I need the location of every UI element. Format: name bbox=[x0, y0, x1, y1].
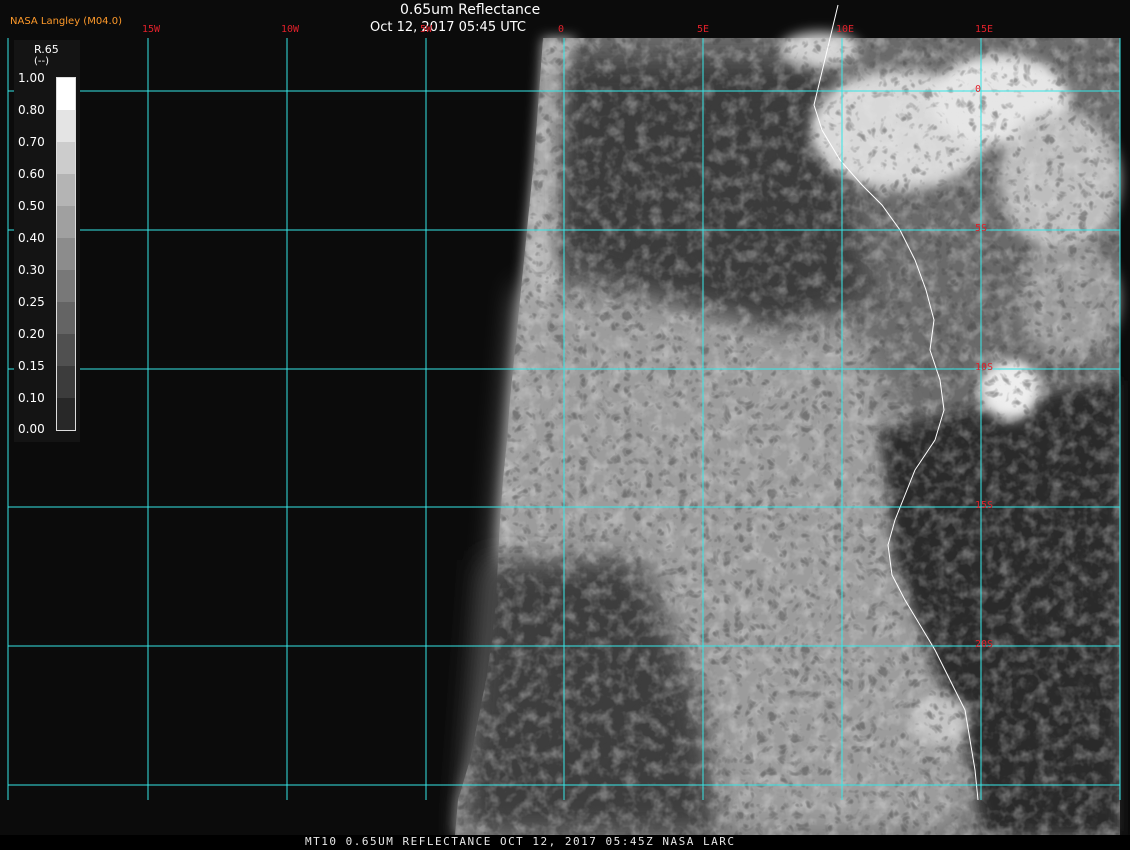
product-title: 0.65um Reflectance bbox=[400, 2, 541, 18]
legend-swatch bbox=[57, 270, 75, 302]
latitude-label: 20S bbox=[975, 639, 994, 650]
legend-tick-label: 0.30 bbox=[18, 263, 45, 277]
longitude-label: 10W bbox=[281, 24, 300, 35]
color-legend: R.65 (--) 1.00 0.80 0.70 0.60 0.50 0.40 0.30 0.… bbox=[14, 40, 80, 442]
cell-texture bbox=[455, 38, 1120, 835]
legend-tick-label: 0.10 bbox=[18, 391, 45, 405]
legend-tick-label: 0.40 bbox=[18, 231, 45, 245]
longitude-label: 15E bbox=[975, 24, 994, 35]
legend-swatch bbox=[57, 334, 75, 366]
footer-caption: MT10 0.65UM REFLECTANCE OCT 12, 2017 05:… bbox=[305, 835, 736, 848]
timestamp: Oct 12, 2017 05:45 UTC bbox=[370, 20, 526, 35]
legend-swatch bbox=[57, 110, 75, 142]
latitude-label: 15S bbox=[975, 500, 994, 511]
legend-tick-label: 0.60 bbox=[18, 167, 45, 181]
latitude-label: 0 bbox=[975, 84, 982, 95]
legend-swatch bbox=[57, 398, 75, 430]
longitude-label: 10E bbox=[836, 24, 855, 35]
longitude-label: 5W bbox=[420, 24, 433, 35]
legend-tick-label: 0.00 bbox=[18, 422, 45, 436]
legend-swatch bbox=[57, 78, 75, 110]
legend-swatch bbox=[57, 302, 75, 334]
latitude-label: 10S bbox=[975, 362, 994, 373]
legend-swatch bbox=[57, 174, 75, 206]
latitude-label: 5S bbox=[975, 223, 988, 234]
satellite-map bbox=[0, 0, 1130, 850]
legend-swatch bbox=[57, 366, 75, 398]
legend-swatch bbox=[57, 142, 75, 174]
legend-unit: (--) bbox=[34, 56, 50, 67]
legend-tick-label: 0.15 bbox=[18, 359, 45, 373]
legend-tick-label: 0.20 bbox=[18, 327, 45, 341]
legend-tick-label: 0.25 bbox=[18, 295, 45, 309]
longitude-label: 5E bbox=[697, 24, 710, 35]
legend-colorbar bbox=[56, 77, 76, 431]
longitude-label: 15W bbox=[142, 24, 161, 35]
longitude-label: 0 bbox=[558, 24, 565, 35]
legend-tick-label: 0.70 bbox=[18, 135, 45, 149]
agency-label: NASA Langley (M04.0) bbox=[10, 16, 122, 27]
legend-swatch bbox=[57, 238, 75, 270]
legend-variable: R.65 bbox=[34, 43, 59, 56]
legend-tick-label: 1.00 bbox=[18, 71, 45, 85]
legend-swatch bbox=[57, 206, 75, 238]
legend-tick-label: 0.80 bbox=[18, 103, 45, 117]
legend-tick-label: 0.50 bbox=[18, 199, 45, 213]
